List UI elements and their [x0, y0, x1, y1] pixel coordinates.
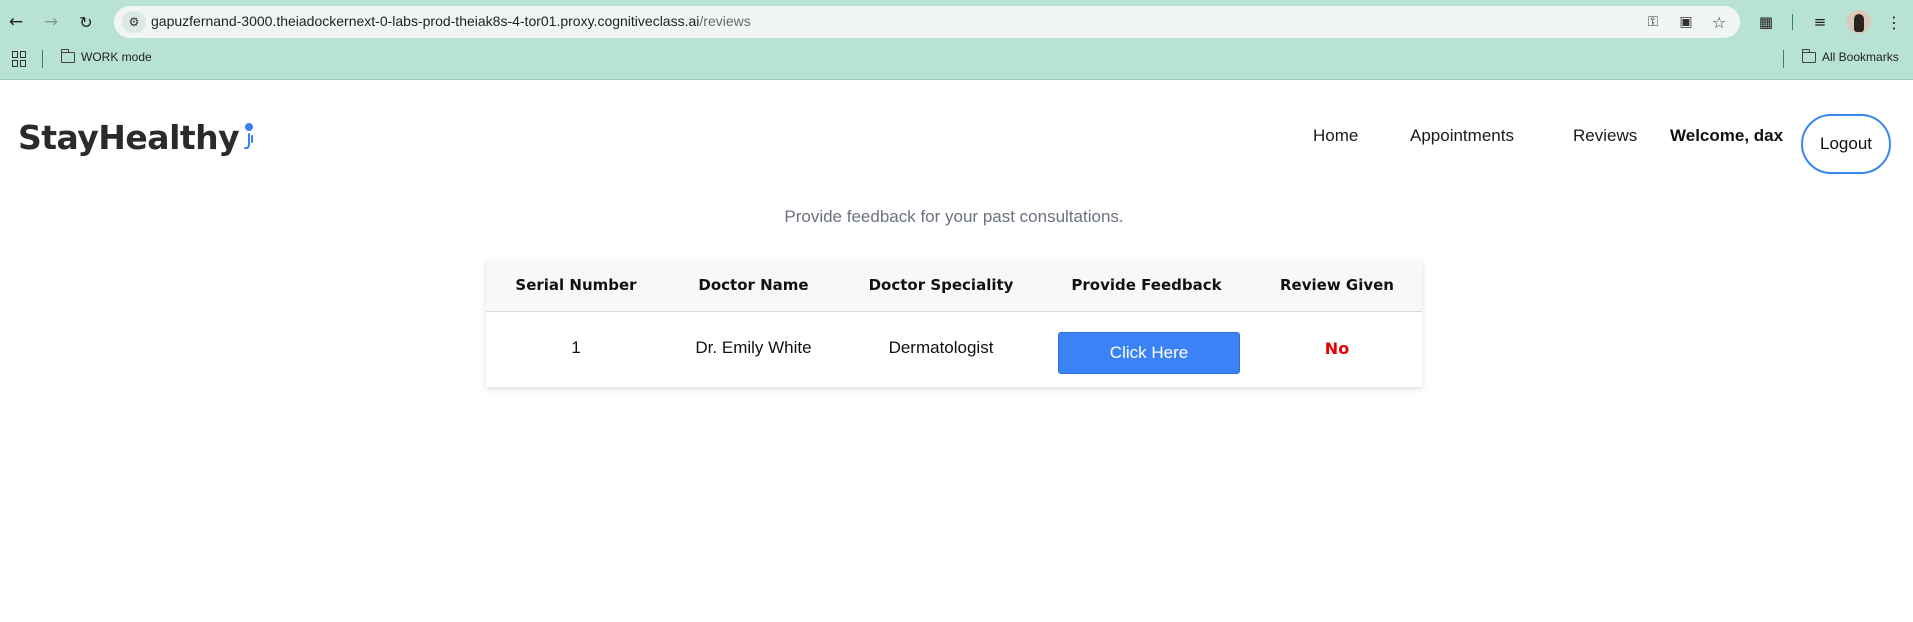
bookmark-label: All Bookmarks — [1822, 50, 1899, 64]
site-logo[interactable]: StayHealthy — [18, 118, 255, 157]
url-host: gapuzfernand-3000.theiadockernext-0-labs… — [151, 13, 700, 29]
nav-reviews[interactable]: Reviews — [1573, 126, 1637, 146]
logout-button[interactable]: Logout — [1801, 114, 1891, 174]
table-header: Serial Number Doctor Name Doctor Special… — [486, 260, 1422, 312]
bookmarks-divider — [1783, 50, 1784, 68]
header-doctor-name: Doctor Name — [698, 276, 809, 294]
bookmark-folder-work-mode[interactable]: WORK mode — [60, 48, 152, 64]
address-bar[interactable]: ⚙ gapuzfernand-3000.theiadockernext-0-la… — [114, 6, 1740, 38]
browser-chrome: ← → ↻ ⚙ gapuzfernand-3000.theiadockernex… — [0, 0, 1913, 80]
folder-icon — [1801, 48, 1816, 63]
site-info-icon[interactable]: ⚙ — [122, 11, 146, 33]
forward-icon[interactable]: → — [39, 10, 63, 34]
cell-doctor-name: Dr. Emily White — [695, 338, 812, 357]
bookmark-star-icon[interactable]: ☆ — [1708, 12, 1730, 32]
cell-speciality: Dermatologist — [888, 338, 994, 357]
url-text[interactable]: gapuzfernand-3000.theiadockernext-0-labs… — [151, 13, 751, 29]
all-bookmarks[interactable]: All Bookmarks — [1801, 48, 1899, 64]
nav-appointments[interactable]: Appointments — [1410, 126, 1514, 146]
bookmarks-bar: WORK mode All Bookmarks — [0, 46, 1913, 72]
cell-review-given: No — [1324, 339, 1350, 358]
nav-home[interactable]: Home — [1313, 126, 1358, 146]
stethoscope-icon — [244, 123, 254, 150]
provide-feedback-button[interactable]: Click Here — [1058, 332, 1240, 374]
install-app-icon[interactable]: ▣ — [1675, 12, 1697, 32]
profile-avatar[interactable] — [1847, 10, 1871, 34]
header-provide-feedback: Provide Feedback — [1071, 276, 1222, 294]
url-path: /reviews — [699, 13, 751, 29]
apps-grid-icon[interactable] — [12, 51, 28, 67]
bookmarks-divider — [42, 50, 43, 68]
header-review-given: Review Given — [1280, 276, 1394, 294]
cell-serial: 1 — [571, 338, 581, 357]
page-subtitle: Provide feedback for your past consultat… — [784, 207, 1124, 226]
header-doctor-speciality: Doctor Speciality — [868, 276, 1014, 294]
browser-toolbar: ← → ↻ ⚙ gapuzfernand-3000.theiadockernex… — [0, 0, 1913, 44]
reload-icon[interactable]: ↻ — [74, 10, 98, 34]
page-content: StayHealthy Home Appointments Reviews We… — [0, 80, 1913, 622]
browser-menu-icon[interactable]: ⋮ — [1882, 10, 1906, 34]
reviews-table: Serial Number Doctor Name Doctor Special… — [486, 260, 1422, 387]
logo-text: StayHealthy — [18, 118, 240, 157]
welcome-text: Welcome, dax — [1670, 126, 1784, 145]
header-serial-number: Serial Number — [515, 276, 637, 294]
extensions-icon[interactable]: ▦ — [1754, 10, 1778, 34]
toolbar-divider — [1792, 14, 1793, 30]
reading-list-icon[interactable]: ≡ — [1808, 10, 1832, 34]
password-key-icon[interactable]: ⚿ — [1642, 12, 1664, 32]
folder-icon — [60, 48, 75, 63]
bookmark-label: WORK mode — [81, 50, 152, 64]
back-icon[interactable]: ← — [4, 10, 28, 34]
